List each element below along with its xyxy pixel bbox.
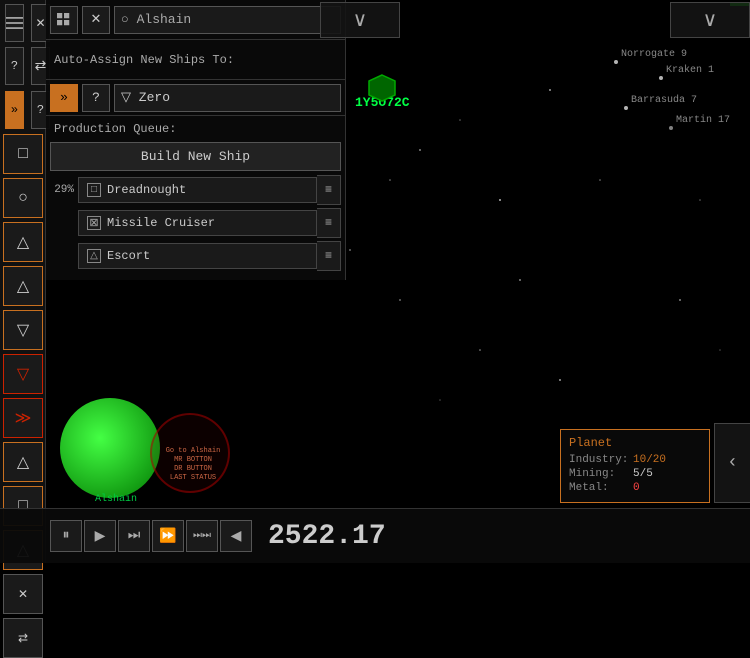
planet-kraken: Kraken 1 [658,68,664,86]
playback-controls: ⏸ ▶ ⏭ ⏩ ⏭⏭ ◀ [50,520,252,552]
queue-item-escort: △ Escort ≡ [50,241,341,271]
planet-barrasuda: Barrasuda 7 [623,98,629,116]
top-bar: ✕ Alshain [46,0,345,40]
hex-planet [367,73,397,103]
triangle-down-red-icon[interactable]: ▽ [3,354,43,394]
planet-info-title: Planet [569,436,701,450]
rewind-button[interactable]: ◀ [220,520,252,552]
dreadnought-label: Dreadnought [107,183,186,197]
escort-content[interactable]: △ Escort [78,243,317,269]
production-section: Production Queue: Build New Ship 29% □ D… [46,116,345,280]
planet-mining-row: Mining: 5/5 [569,468,701,480]
escort-label: Escort [107,249,150,263]
circle-overlay-text: Go to AlshainMR BOTTONDR BUTTONLAST STAT… [158,447,228,483]
planet-alshain-label: Alshain [95,494,137,505]
planet-metal-row: Metal: 0 [569,482,701,494]
mining-value: 5/5 [633,468,653,480]
dreadnought-pct: 29% [50,184,78,196]
planet-norrogate: Norrogate 9 [613,52,619,70]
planet-martin: Martin 17 [668,118,674,136]
triangle-up3-icon[interactable]: △ [3,442,43,482]
build-new-ship-button[interactable]: Build New Ship [50,142,341,171]
right-panel-toggle[interactable]: ‹ [714,423,750,503]
dreadnought-icon: □ [87,183,101,197]
step-forward-button[interactable]: ⏭ [118,520,150,552]
triangle-down-icon[interactable]: ▽ [3,310,43,350]
pause-button[interactable]: ⏸ [50,520,82,552]
green-planet [60,398,160,498]
question-icon[interactable]: ? [5,47,24,85]
escort-icon: △ [87,249,101,263]
norrogate-label: Norrogate 9 [621,49,687,60]
barrasuda-label: Barrasuda 7 [631,95,697,106]
zero-row: » ? [46,80,345,116]
martin-label: Martin 17 [676,115,730,126]
production-label: Production Queue: [54,122,341,136]
left-sidebar: ✕ ? ⇄ » ? □ ○ △ △ ▽ ▽ ≫ △ □ △ ✕ ⇄ [0,0,46,563]
year-display: 2522.17 [268,521,386,552]
close-bottom-icon[interactable]: ✕ [3,574,43,614]
grid-icon[interactable] [50,6,78,34]
auto-assign-row: Auto-Assign New Ships To: [46,40,345,80]
missile-cruiser-icon: ⊠ [87,216,101,230]
menu-icon[interactable] [5,4,24,42]
close-panel-icon[interactable]: ✕ [82,6,110,34]
industry-value: 10/20 [633,454,666,466]
circle-icon[interactable]: ○ [3,178,43,218]
planet-industry-row: Industry: 10/20 [569,454,701,466]
escort-menu[interactable]: ≡ [317,241,341,271]
kraken-label: Kraken 1 [666,65,714,76]
play-button[interactable]: ▶ [84,520,116,552]
question-btn[interactable]: ? [82,84,110,112]
nav-prev-button[interactable]: ∨ [320,2,400,38]
zero-input[interactable] [114,84,341,112]
triangle-up-icon[interactable]: △ [3,222,43,262]
planet-name-input[interactable]: Alshain [114,6,341,34]
bottom-bar: ⏸ ▶ ⏭ ⏩ ⏭⏭ ◀ 2522.17 [0,508,750,563]
planet-info-panel: Planet Industry: 10/20 Mining: 5/5 Metal… [560,429,710,503]
chevrons-red-icon[interactable]: ≫ [3,398,43,438]
expand-btn[interactable]: » [50,84,78,112]
skip-forward-button[interactable]: ⏭⏭ [186,520,218,552]
missile-cruiser-menu[interactable]: ≡ [317,208,341,238]
queue-item-missile-cruiser: ⊠ Missile Cruiser ≡ [50,208,341,238]
fast-forward-button[interactable]: ⏩ [152,520,184,552]
square-icon[interactable]: □ [3,134,43,174]
industry-label: Industry: [569,454,629,466]
missile-cruiser-content[interactable]: ⊠ Missile Cruiser [78,210,317,236]
top-nav: ∨ ∨ [320,0,750,40]
arrows-bottom-icon[interactable]: ⇄ [3,618,43,658]
triangle-up2-icon[interactable]: △ [3,266,43,306]
dreadnought-menu[interactable]: ≡ [317,175,341,205]
mining-label: Mining: [569,468,629,480]
metal-value: 0 [633,482,640,494]
metal-label: Metal: [569,482,629,494]
missile-cruiser-label: Missile Cruiser [107,216,215,230]
auto-assign-label: Auto-Assign New Ships To: [54,53,234,67]
queue-item-dreadnought: 29% □ Dreadnought ≡ [50,175,341,205]
nav-next-button[interactable]: ∨ [670,2,750,38]
dreadnought-content[interactable]: □ Dreadnought [78,177,317,203]
main-panel: ✕ Alshain Auto-Assign New Ships To: » ? … [46,0,346,280]
expand-icon[interactable]: » [5,91,24,129]
